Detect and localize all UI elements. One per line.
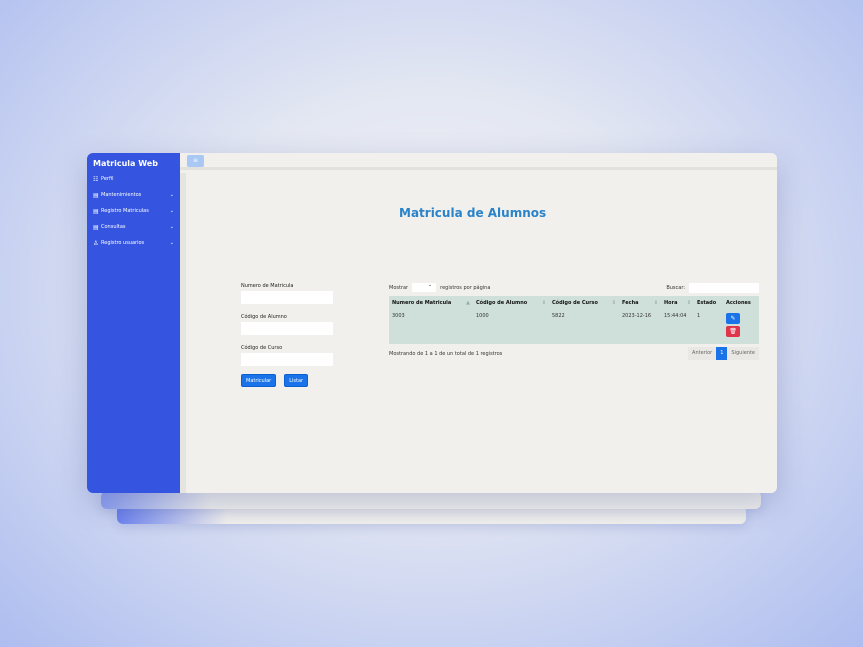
cell-estado: 1 xyxy=(694,309,723,344)
sidebar-item-perfil[interactable]: ☷ Perfil xyxy=(87,171,180,187)
sidebar-item-registro-usuarios[interactable]: ♙ Registro usuarios ⌄ xyxy=(87,235,180,251)
sidebar-item-label: Perfil xyxy=(101,176,114,182)
matricula-label: Numero de Matricula xyxy=(241,283,294,289)
data-table-widget: Mostrar registros por página Buscar: Num… xyxy=(389,281,759,360)
chevron-down-icon: ⌄ xyxy=(169,240,174,246)
sort-icon: ⇕ xyxy=(541,299,546,306)
column-header[interactable]: Estado xyxy=(694,296,723,309)
chevron-down-icon: ⌄ xyxy=(169,208,174,214)
cell-alumno: 1000 xyxy=(473,309,549,344)
table-row: 3003 1000 5822 2023-12-16 15:44:04 1 ✎ 🗑 xyxy=(389,309,759,344)
curso-input[interactable] xyxy=(241,353,333,366)
document-icon: ▤ xyxy=(93,207,99,215)
page-button[interactable]: 1 xyxy=(716,347,728,360)
enrollments-table: Numero de Matricula ▲ Código de Alumno ⇕ C… xyxy=(389,296,759,344)
alumno-label: Código de Alumno xyxy=(241,314,287,320)
document-icon: ▤ xyxy=(93,191,99,199)
chevron-down-icon: ⌄ xyxy=(169,224,174,230)
matricular-button[interactable]: Matricular xyxy=(241,374,277,387)
cell-matricula: 3003 xyxy=(389,309,473,344)
column-header: Acciones xyxy=(723,296,759,309)
list-icon: ☷ xyxy=(93,175,99,183)
table-info: Mostrando de 1 a 1 de un total de 1 regi… xyxy=(389,350,503,357)
top-bar: ≡ xyxy=(180,153,777,170)
column-header[interactable]: Código de Curso ⇕ xyxy=(549,296,619,309)
column-header[interactable]: Hora ⇕ xyxy=(661,296,694,309)
trash-icon[interactable]: 🗑 xyxy=(726,326,740,337)
page-title: Matricula de Alumnos xyxy=(399,206,547,220)
sidebar-item-consultas[interactable]: ▤ Consultas ⌄ xyxy=(87,219,180,235)
sort-icon: ⇕ xyxy=(686,299,691,306)
cell-fecha: 2023-12-16 xyxy=(619,309,661,344)
column-header[interactable]: Numero de Matricula ▲ xyxy=(389,296,473,309)
user-icon: ♙ xyxy=(93,239,99,247)
next-page-button[interactable]: Siguiente xyxy=(727,347,759,360)
cell-hora: 15:44:04 xyxy=(661,309,694,344)
cell-actions: ✎ 🗑 xyxy=(723,309,759,344)
prev-page-button[interactable]: Anterior xyxy=(688,347,717,360)
sidebar-item-registro-matriculas[interactable]: ▤ Registro Matriculas ⌄ xyxy=(87,203,180,219)
alumno-input[interactable] xyxy=(241,322,333,335)
enrollment-form: Numero de Matricula Código de Alumno Cód… xyxy=(241,281,336,387)
sidebar-item-mantenimientos[interactable]: ▤ Mantenimientos ⌄ xyxy=(87,187,180,203)
main-content: Matricula de Alumnos Numero de Matricula… xyxy=(180,173,777,493)
edit-icon[interactable]: ✎ xyxy=(726,313,740,324)
search-input[interactable] xyxy=(689,282,759,293)
page-size-select[interactable] xyxy=(412,282,437,292)
sort-icon: ⇕ xyxy=(611,299,616,306)
brand-title: Matricula Web xyxy=(93,159,158,168)
window-shadow-layer xyxy=(101,491,761,509)
sort-icon: ⇕ xyxy=(653,299,658,306)
sidebar-item-label: Registro usuarios xyxy=(101,240,145,246)
listar-button[interactable]: Listar xyxy=(284,374,309,387)
sort-asc-icon: ▲ xyxy=(466,299,470,306)
cell-curso: 5822 xyxy=(549,309,619,344)
chevron-down-icon: ⌄ xyxy=(169,192,174,198)
column-header[interactable]: Código de Alumno ⇕ xyxy=(473,296,549,309)
search-label: Buscar: xyxy=(666,284,685,291)
sidebar-item-label: Registro Matriculas xyxy=(101,208,149,214)
column-header[interactable]: Fecha ⇕ xyxy=(619,296,661,309)
app-window: Matricula Web ☷ Perfil ▤ Mantenimientos … xyxy=(87,153,777,493)
document-icon: ▤ xyxy=(93,223,99,231)
show-label: Mostrar xyxy=(389,284,409,291)
matricula-input[interactable] xyxy=(241,291,333,304)
sidebar-item-label: Mantenimientos xyxy=(101,192,142,198)
sidebar-item-label: Consultas xyxy=(101,224,126,230)
curso-label: Código de Curso xyxy=(241,345,283,351)
menu-toggle-button[interactable]: ≡ xyxy=(187,155,204,167)
per-page-label: registros por página xyxy=(440,284,491,291)
pagination: Anterior 1 Siguiente xyxy=(688,347,759,360)
sidebar: Matricula Web ☷ Perfil ▤ Mantenimientos … xyxy=(87,153,180,493)
